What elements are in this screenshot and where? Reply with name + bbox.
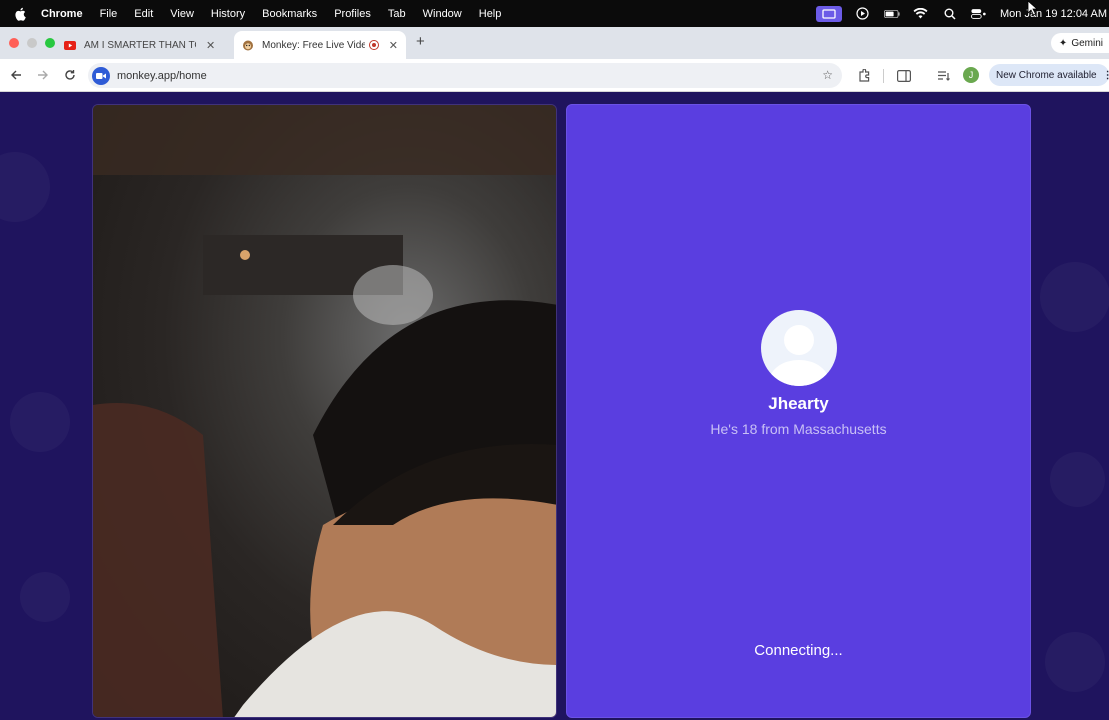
tab-title: AM I SMARTER THAN TOGI?: [84, 39, 196, 51]
background-paw-decoration: [0, 152, 50, 222]
play-circle-icon[interactable]: [855, 7, 871, 21]
monkey-video-chat-page: Jhearty He's 18 from Massachusetts Conne…: [0, 92, 1109, 720]
partner-name: Jhearty: [768, 394, 829, 413]
menu-bookmarks[interactable]: Bookmarks: [262, 8, 317, 20]
battery-icon[interactable]: [883, 7, 900, 21]
menu-history[interactable]: History: [211, 8, 245, 20]
close-tab-icon[interactable]: ✕: [206, 39, 215, 52]
address-url[interactable]: monkey.app/home: [117, 70, 207, 82]
window-controls: [9, 38, 55, 48]
screen-recording-icon[interactable]: [815, 5, 842, 22]
camera-site-icon[interactable]: [92, 66, 110, 85]
mouse-cursor-icon: [1027, 0, 1039, 16]
background-paw-decoration: [20, 572, 70, 622]
browser-toolbar: monkey.app/home ☆ J New Chrome available…: [0, 59, 1109, 92]
reload-icon[interactable]: [62, 67, 78, 83]
menu-view[interactable]: View: [170, 8, 194, 20]
more-options-icon[interactable]: ⋮: [1103, 70, 1109, 81]
camera-frame-illustration: [93, 105, 556, 717]
search-icon[interactable]: [942, 7, 958, 21]
partner-panel: Jhearty He's 18 from Massachusetts Conne…: [566, 104, 1031, 718]
toolbar-divider: [883, 69, 884, 83]
control-center-icon[interactable]: [970, 7, 987, 21]
tab-youtube[interactable]: AM I SMARTER THAN TOGI? ✕: [56, 31, 223, 59]
tab-title: Monkey: Free Live Video Chat: [262, 39, 366, 51]
close-window-button[interactable]: [9, 38, 19, 48]
side-panel-icon[interactable]: [896, 68, 911, 83]
default-user-icon: [769, 325, 829, 386]
menu-tab[interactable]: Tab: [388, 8, 406, 20]
sparkle-icon: ✦: [1058, 37, 1068, 49]
back-arrow-icon[interactable]: [8, 67, 24, 83]
address-bar[interactable]: monkey.app/home ☆: [88, 63, 842, 88]
menu-profiles[interactable]: Profiles: [334, 8, 371, 20]
profile-avatar[interactable]: J: [963, 67, 979, 83]
reading-list-icon[interactable]: [936, 68, 951, 83]
menu-file[interactable]: File: [100, 8, 118, 20]
gemini-button[interactable]: ✦ Gemini: [1050, 33, 1109, 53]
menu-edit[interactable]: Edit: [134, 8, 153, 20]
partner-details: He's 18 from Massachusetts: [710, 421, 887, 437]
forward-arrow-icon[interactable]: [35, 67, 51, 83]
recording-indicator-icon: [369, 40, 379, 50]
background-paw-decoration: [1050, 452, 1105, 507]
apple-logo-icon[interactable]: [13, 7, 27, 21]
menu-app-name[interactable]: Chrome: [41, 8, 83, 20]
gemini-label: Gemini: [1071, 37, 1103, 49]
tab-monkey[interactable]: Monkey: Free Live Video Chat ✕: [234, 31, 406, 59]
background-paw-decoration: [1045, 632, 1105, 692]
menubar-clock[interactable]: Mon Jan 19 12:04 AM: [1000, 8, 1107, 20]
bookmark-star-icon[interactable]: ☆: [822, 68, 833, 82]
partner-avatar: [761, 310, 837, 386]
menubar-status-area: Mon Jan 19 12:04 AM: [815, 0, 1109, 27]
monkey-icon: [242, 39, 254, 51]
new-tab-icon[interactable]: +: [416, 33, 425, 50]
update-label: New Chrome available: [996, 69, 1097, 81]
extensions-puzzle-icon[interactable]: [857, 68, 872, 83]
background-paw-decoration: [10, 392, 70, 452]
minimize-window-button[interactable]: [27, 38, 37, 48]
zoom-window-button[interactable]: [45, 38, 55, 48]
wifi-icon[interactable]: [913, 7, 929, 21]
close-tab-icon[interactable]: ✕: [389, 39, 398, 52]
menu-window[interactable]: Window: [423, 8, 462, 20]
background-paw-decoration: [1040, 262, 1109, 332]
youtube-icon: [64, 39, 76, 51]
browser-tab-strip: AM I SMARTER THAN TOGI? ✕ Monkey: Free L…: [0, 27, 1109, 59]
menu-help[interactable]: Help: [479, 8, 502, 20]
local-camera-feed: [92, 104, 557, 718]
connection-status: Connecting...: [754, 642, 843, 659]
macos-menubar: Chrome File Edit View History Bookmarks …: [0, 0, 1109, 27]
new-chrome-available-button[interactable]: New Chrome available ⋮: [989, 64, 1109, 86]
